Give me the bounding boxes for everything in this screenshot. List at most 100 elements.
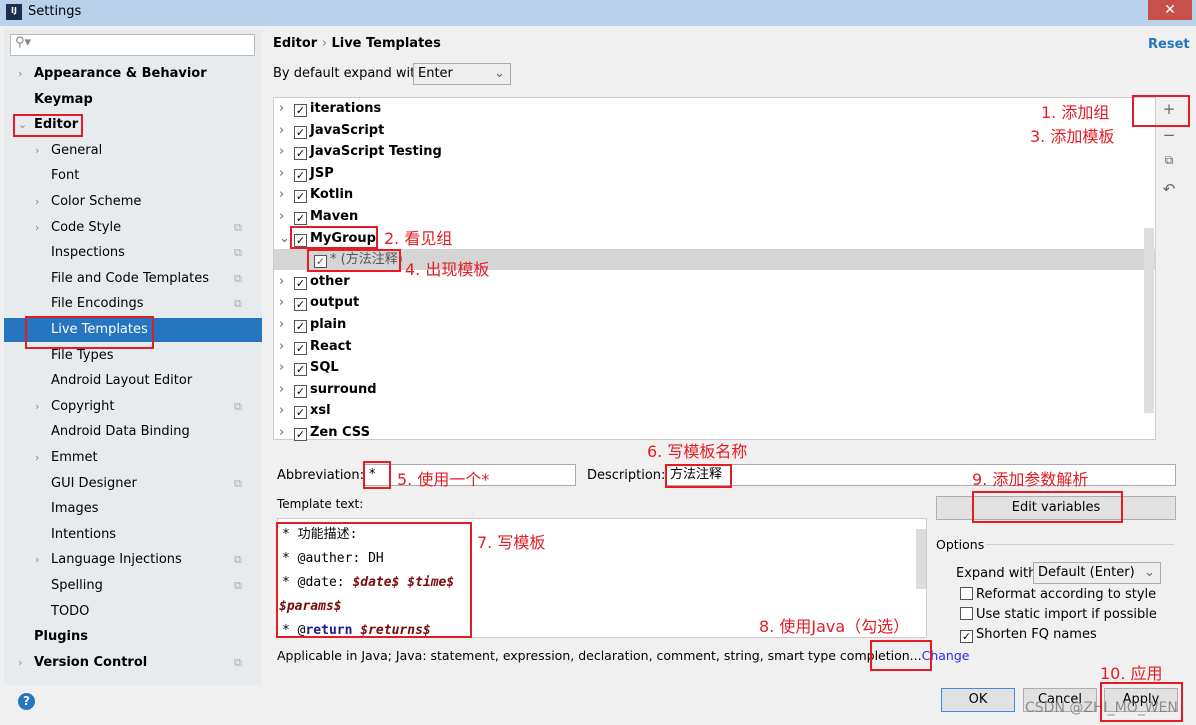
expand-with-value: Default (Enter) xyxy=(1038,565,1135,580)
chevron-right-icon[interactable]: › xyxy=(35,221,39,234)
group-name: Kotlin xyxy=(310,187,354,203)
checkbox-checked-icon[interactable]: ✓ xyxy=(294,298,307,312)
sidebar-item-android-layout-editor[interactable]: Android Layout Editor xyxy=(51,369,192,393)
checkbox-checked-icon[interactable]: ✓ xyxy=(294,406,307,420)
title-bar xyxy=(0,0,1196,26)
sidebar-item-version-control[interactable]: Version Control xyxy=(34,651,147,675)
sidebar-item-file-and-code-templates[interactable]: File and Code Templates xyxy=(51,267,209,291)
remove-icon[interactable]: − xyxy=(1160,126,1178,144)
template-group[interactable]: › ✓ iterations xyxy=(274,98,1144,119)
editor-scrollbar[interactable] xyxy=(916,529,926,589)
sidebar-item-android-data-binding[interactable]: Android Data Binding xyxy=(51,420,190,444)
applicable-contexts: Applicable in Java; Java: statement, exp… xyxy=(277,648,969,663)
sidebar-item-color-scheme[interactable]: Color Scheme xyxy=(51,190,141,214)
checkbox-checked-icon[interactable]: ✓ xyxy=(294,168,307,182)
checkbox-checked-icon[interactable]: ✓ xyxy=(294,212,307,225)
chevron-right-icon[interactable]: › xyxy=(35,195,39,208)
revert-icon[interactable]: ↶ xyxy=(1160,180,1178,198)
template-group[interactable]: › ✓ xsl xyxy=(274,400,1144,421)
copy-icon[interactable]: ⧉ xyxy=(1160,153,1178,168)
chevron-right-icon[interactable]: › xyxy=(279,336,284,357)
sidebar-item-copyright[interactable]: Copyright xyxy=(51,395,115,419)
reformat-checkbox[interactable]: Reformat according to style xyxy=(960,587,1156,602)
sidebar-item-language-injections[interactable]: Language Injections xyxy=(51,548,182,572)
reset-link[interactable]: Reset xyxy=(1148,37,1190,52)
chevron-down-icon: ⌄ xyxy=(1144,565,1155,580)
sidebar-item-keymap[interactable]: Keymap xyxy=(34,88,93,112)
description-input[interactable]: 方法注释 xyxy=(665,464,1176,486)
shorten-fq-checkbox[interactable]: ✓ Shorten FQ names xyxy=(960,627,1097,643)
expand-with-select[interactable]: Default (Enter) ⌄ xyxy=(1033,562,1161,584)
sidebar-item-inspections[interactable]: Inspections xyxy=(51,241,125,265)
chevron-right-icon[interactable]: › xyxy=(35,553,39,566)
breadcrumb-live-templates: Live Templates xyxy=(331,36,441,51)
sidebar-item-code-style[interactable]: Code Style xyxy=(51,216,121,240)
chevron-right-icon[interactable]: › xyxy=(279,98,284,119)
template-group[interactable]: › ✓ Maven xyxy=(274,206,1144,227)
chevron-right-icon[interactable]: › xyxy=(279,314,284,335)
checkbox-checked-icon[interactable]: ✓ xyxy=(294,341,307,355)
template-text-label: Template text: xyxy=(277,497,364,511)
chevron-right-icon[interactable]: › xyxy=(279,163,284,184)
checkbox-checked-icon[interactable]: ✓ xyxy=(294,320,307,333)
chevron-right-icon[interactable]: › xyxy=(35,144,39,157)
sidebar-item-images[interactable]: Images xyxy=(51,497,99,521)
chevron-right-icon[interactable]: › xyxy=(279,400,284,421)
search-input[interactable]: ⚲▾ xyxy=(10,34,255,56)
template-group[interactable]: › ✓ surround xyxy=(274,379,1144,400)
sidebar-item-spelling[interactable]: Spelling xyxy=(51,574,103,598)
chevron-right-icon[interactable]: › xyxy=(35,400,39,413)
checkbox-checked-icon[interactable]: ✓ xyxy=(294,384,307,398)
checkbox-checked-icon[interactable]: ✓ xyxy=(294,125,307,139)
sidebar-item-emmet[interactable]: Emmet xyxy=(51,446,98,470)
annotation-box xyxy=(13,114,83,137)
group-entry: ✓ output xyxy=(294,292,359,313)
static-import-checkbox[interactable]: Use static import if possible xyxy=(960,607,1157,622)
sidebar-item-appearance-behavior[interactable]: Appearance & Behavior xyxy=(34,62,207,86)
sidebar-item-gui-designer[interactable]: GUI Designer xyxy=(51,472,137,496)
help-icon[interactable]: ? xyxy=(18,693,35,710)
chevron-down-icon[interactable]: ⌄ xyxy=(279,228,290,249)
ok-button[interactable]: OK xyxy=(941,688,1015,712)
template-group[interactable]: › ✓ Kotlin xyxy=(274,184,1144,205)
template-group[interactable]: › ✓ JSP xyxy=(274,163,1144,184)
template-group[interactable]: › ✓ SQL xyxy=(274,357,1144,378)
sidebar-item-font[interactable]: Font xyxy=(51,164,79,188)
group-name: Maven xyxy=(310,209,359,224)
chevron-right-icon[interactable]: › xyxy=(279,206,284,227)
checkbox-checked-icon[interactable]: ✓ xyxy=(294,147,307,161)
template-group[interactable]: › ✓ JavaScript xyxy=(274,120,1144,141)
chevron-right-icon[interactable]: › xyxy=(18,656,22,669)
chevron-right-icon[interactable]: › xyxy=(35,451,39,464)
chevron-right-icon[interactable]: › xyxy=(279,184,284,205)
sidebar-item-intentions[interactable]: Intentions xyxy=(51,523,116,547)
list-scrollbar[interactable] xyxy=(1144,228,1154,413)
expand-default-select[interactable]: Enter ⌄ xyxy=(413,63,511,85)
chevron-right-icon[interactable]: › xyxy=(279,292,284,313)
app-logo: IJ xyxy=(6,4,22,20)
template-group[interactable]: › ✓ JavaScript Testing xyxy=(274,141,1144,162)
sidebar-item-general[interactable]: General xyxy=(51,139,102,163)
sidebar-item-plugins[interactable]: Plugins xyxy=(34,625,88,649)
sidebar-item-file-encodings[interactable]: File Encodings xyxy=(51,292,144,316)
close-button[interactable]: ✕ xyxy=(1148,0,1192,20)
checkbox-checked-icon[interactable]: ✓ xyxy=(294,190,307,204)
template-group[interactable]: › ✓ plain xyxy=(274,314,1144,335)
checkbox-checked-icon[interactable]: ✓ xyxy=(294,276,307,290)
group-name: Zen CSS xyxy=(310,425,370,440)
group-entry: ✓ plain xyxy=(294,314,346,335)
chevron-right-icon[interactable]: › xyxy=(279,141,284,162)
chevron-right-icon[interactable]: › xyxy=(279,120,284,141)
chevron-right-icon[interactable]: › xyxy=(279,422,284,443)
chevron-right-icon[interactable]: › xyxy=(279,357,284,378)
checkbox-checked-icon[interactable]: ✓ xyxy=(294,363,307,377)
checkbox-checked-icon[interactable]: ✓ xyxy=(294,104,307,117)
chevron-right-icon[interactable]: › xyxy=(279,271,284,292)
checkbox-checked-icon[interactable]: ✓ xyxy=(294,428,307,441)
breadcrumb-editor[interactable]: Editor xyxy=(273,36,317,51)
template-group[interactable]: › ✓ output xyxy=(274,292,1144,313)
sidebar-item-todo[interactable]: TODO xyxy=(51,600,89,624)
chevron-right-icon[interactable]: › xyxy=(279,379,284,400)
template-group[interactable]: › ✓ React xyxy=(274,336,1144,357)
chevron-right-icon[interactable]: › xyxy=(18,67,22,80)
